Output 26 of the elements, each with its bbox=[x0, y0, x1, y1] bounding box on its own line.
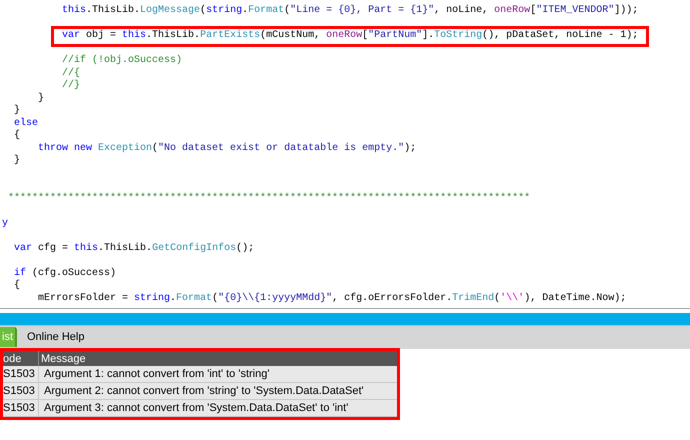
code-line: mErrorsFolder = string.Format("{0}\\{1:yyyyMMdd}", cfg.oErrorsFolder.TrimEnd('\\'), DateTime.Now); bbox=[38, 292, 626, 305]
code-line: if (cfg.oSuccess) bbox=[14, 268, 116, 280]
code-line: y bbox=[2, 218, 8, 230]
code-line: else bbox=[14, 118, 38, 130]
table-cell: S1503 bbox=[3, 400, 39, 416]
code-line: throw new Exception("No dataset exist or datatable is empty."); bbox=[38, 142, 416, 155]
column-header[interactable]: Message bbox=[39, 351, 397, 366]
code-line: } bbox=[14, 155, 20, 168]
code-line: *************************************************************************************** bbox=[8, 192, 530, 205]
code-line: //{ bbox=[62, 68, 80, 80]
table-cell-text: Argument 1: cannot convert from 'int' to 'string' bbox=[43, 366, 270, 382]
code-line: var cfg = this.ThisLib.GetConfigInfos(); bbox=[14, 242, 254, 255]
code-line: { bbox=[14, 280, 20, 292]
table-cell-text: Argument 3: cannot convert from 'System.Data.DataSet' to 'int' bbox=[43, 400, 350, 416]
table-cell: S1503 bbox=[3, 383, 39, 399]
code-line: //} bbox=[62, 80, 80, 92]
table-cell-text: Argument 2: cannot convert from 'string' to 'System.Data.DataSet' bbox=[43, 384, 365, 398]
code-line: var obj = this.ThisLib.PartExists(mCustNum, oneRow["PartNum"].ToString(), pDataSet, noLine - 1); bbox=[62, 30, 638, 42]
code-line: //if (!obj.oSuccess) bbox=[62, 55, 182, 68]
code-line: } bbox=[38, 92, 44, 105]
code-line: { bbox=[14, 130, 20, 142]
table-cell: S1503 bbox=[3, 366, 39, 382]
tab[interactable]: Online Help bbox=[21, 327, 90, 347]
column-header[interactable]: ode bbox=[3, 351, 39, 366]
code-line: this.ThisLib.LogMessage(string.Format("Line = {0}, Part = {1}", noLine, oneRow["ITEM_VENDOR"])); bbox=[62, 5, 638, 18]
code-line: } bbox=[14, 105, 20, 118]
